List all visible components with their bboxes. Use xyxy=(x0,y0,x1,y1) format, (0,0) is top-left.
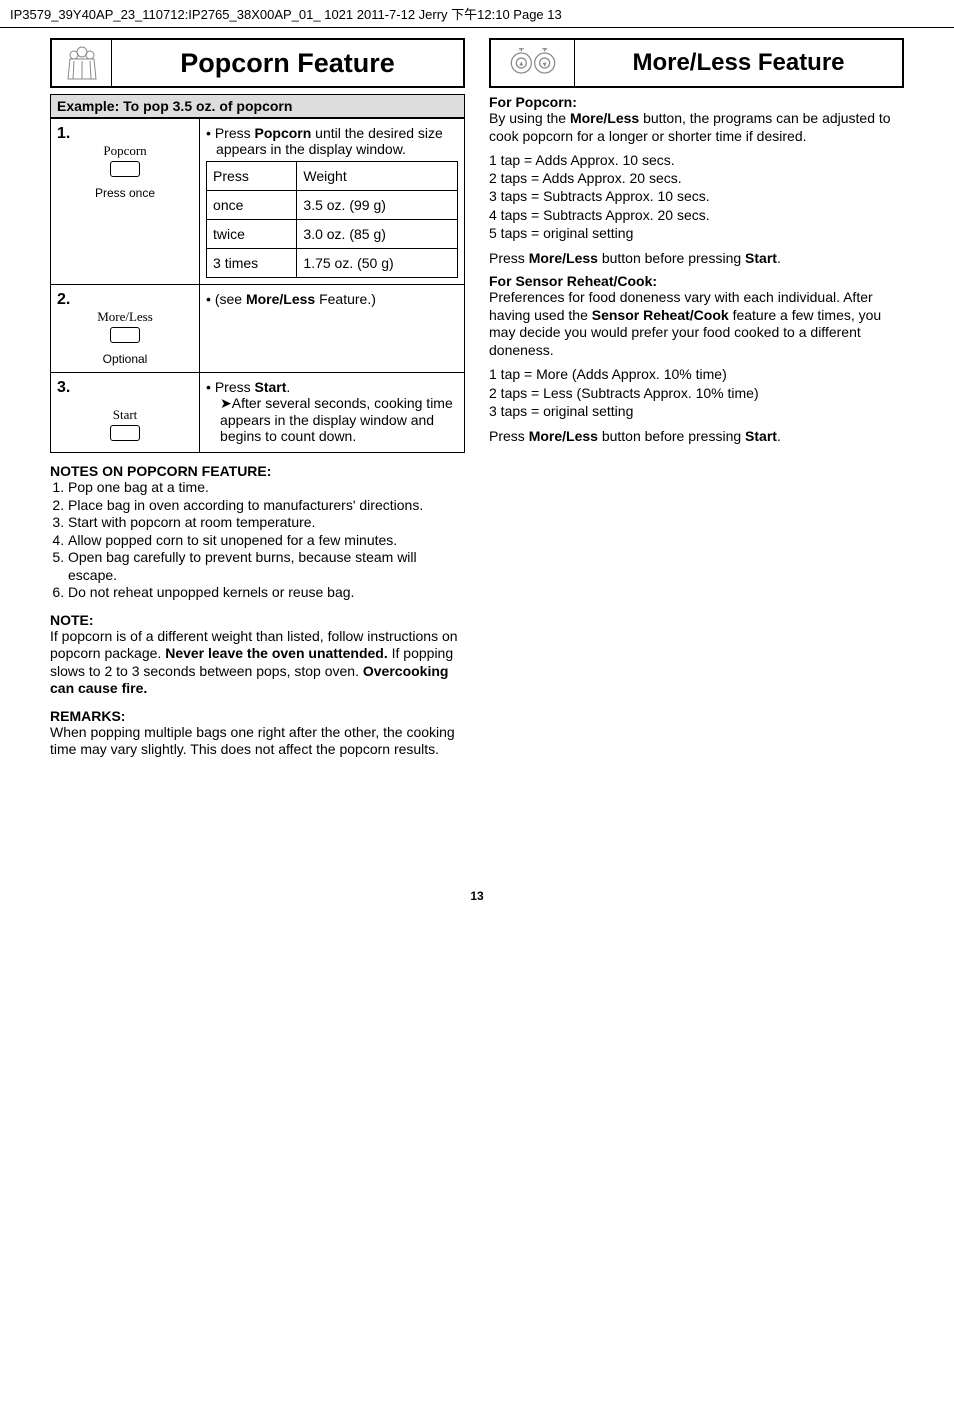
notes-heading: NOTES ON POPCORN FEATURE: xyxy=(50,463,465,479)
popcorn-title-box: Popcorn Feature xyxy=(50,38,465,88)
for-popcorn-heading: For Popcorn: xyxy=(489,94,904,110)
tap-line: 5 taps = original setting xyxy=(489,224,904,242)
start-button-label: Start xyxy=(57,407,193,423)
tap-line: 3 taps = Subtracts Approx. 10 secs. xyxy=(489,187,904,205)
weight-table: PressWeight once3.5 oz. (99 g) twice3.0 … xyxy=(206,161,458,278)
tap-line: 4 taps = Subtracts Approx. 20 secs. xyxy=(489,206,904,224)
note-item: Allow popped corn to sit unopened for a … xyxy=(68,532,465,550)
note-heading: NOTE: xyxy=(50,612,465,628)
popcorn-title: Popcorn Feature xyxy=(112,48,463,79)
step2-bullet: • (see More/Less Feature.) xyxy=(206,291,458,307)
popcorn-intro: By using the More/Less button, the progr… xyxy=(489,110,904,145)
note-item: Do not reheat unpopped kernels or reuse … xyxy=(68,584,465,602)
steps-table: 1. Popcorn Press once • Press Popcorn un… xyxy=(50,118,465,453)
svg-text:▼: ▼ xyxy=(541,61,548,68)
notes-list: Pop one bag at a time. Place bag in oven… xyxy=(50,479,465,602)
note-item: Pop one bag at a time. xyxy=(68,479,465,497)
for-sensor-heading: For Sensor Reheat/Cook: xyxy=(489,273,904,289)
step1-num: 1. xyxy=(57,125,193,143)
start-button-icon xyxy=(110,425,140,441)
example-heading: Example: To pop 3.5 oz. of popcorn xyxy=(50,94,465,118)
tap-line: 1 tap = Adds Approx. 10 secs. xyxy=(489,151,904,169)
left-column: Popcorn Feature Example: To pop 3.5 oz. … xyxy=(50,38,465,759)
popcorn-press-line: Press More/Less button before pressing S… xyxy=(489,250,904,268)
step3-arrow-block: ➤After several seconds, cooking time app… xyxy=(206,395,458,444)
popcorn-button-label: Popcorn xyxy=(57,143,193,159)
moreless-button-icon xyxy=(110,327,140,343)
popcorn-icon xyxy=(52,40,112,86)
note-item: Open bag carefully to prevent burns, bec… xyxy=(68,549,465,584)
svg-text:▲: ▲ xyxy=(518,61,525,68)
sensor-body: Preferences for food doneness vary with … xyxy=(489,289,904,359)
arrow-icon: ➤ xyxy=(220,395,232,411)
moreless-button-label: More/Less xyxy=(57,309,193,325)
step-row-2: 2. More/Less Optional • (see More/Less F… xyxy=(51,285,465,373)
moreless-icon: ▲▼ xyxy=(491,40,575,86)
popcorn-button-icon xyxy=(110,161,140,177)
main-content: Popcorn Feature Example: To pop 3.5 oz. … xyxy=(0,28,954,779)
note-item: Start with popcorn at room temperature. xyxy=(68,514,465,532)
step-row-3: 3. Start • Press Start. ➤After several s… xyxy=(51,373,465,453)
remarks-heading: REMARKS: xyxy=(50,708,465,724)
remarks-body: When popping multiple bags one right aft… xyxy=(50,724,465,759)
note-body: If popcorn is of a different weight than… xyxy=(50,628,465,698)
step1-bullet: • Press Popcorn until the desired size a… xyxy=(206,125,458,157)
moreless-title: More/Less Feature xyxy=(575,49,902,77)
step3-bullet: • Press Start. xyxy=(206,379,458,395)
note-item: Place bag in oven according to manufactu… xyxy=(68,497,465,515)
sensor-press-line: Press More/Less button before pressing S… xyxy=(489,428,904,446)
tap-line: 1 tap = More (Adds Approx. 10% time) xyxy=(489,365,904,383)
tap-line: 3 taps = original setting xyxy=(489,402,904,420)
page-number: 13 xyxy=(0,889,954,903)
step1-press-text: Press once xyxy=(57,186,193,200)
tap-line: 2 taps = Adds Approx. 20 secs. xyxy=(489,169,904,187)
step2-press-text: Optional xyxy=(57,352,193,366)
tap-line: 2 taps = Less (Subtracts Approx. 10% tim… xyxy=(489,384,904,402)
moreless-title-box: ▲▼ More/Less Feature xyxy=(489,38,904,88)
popcorn-taps-list: 1 tap = Adds Approx. 10 secs. 2 taps = A… xyxy=(489,151,904,242)
sensor-taps-list: 1 tap = More (Adds Approx. 10% time) 2 t… xyxy=(489,365,904,420)
page-header: IP3579_39Y40AP_23_110712:IP2765_38X00AP_… xyxy=(0,0,954,28)
right-column: ▲▼ More/Less Feature For Popcorn: By usi… xyxy=(489,38,904,759)
step-row-1: 1. Popcorn Press once • Press Popcorn un… xyxy=(51,119,465,285)
step2-num: 2. xyxy=(57,291,193,309)
step3-num: 3. xyxy=(57,379,193,397)
